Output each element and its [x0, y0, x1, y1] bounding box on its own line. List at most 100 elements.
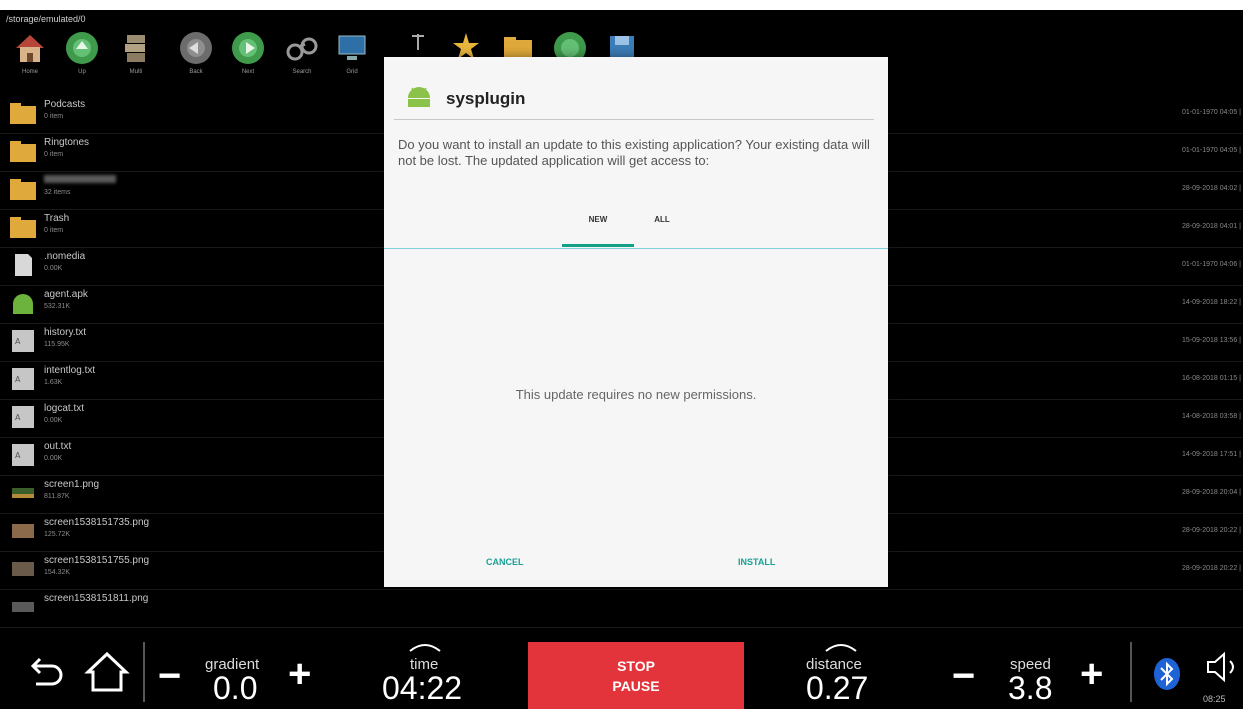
svg-text:A: A	[15, 337, 21, 346]
distance-value: 0.27	[806, 670, 869, 706]
image-file-icon	[12, 488, 34, 498]
chevron-up-icon[interactable]	[408, 642, 442, 652]
text-file-icon: A	[12, 368, 34, 390]
permission-tabs: NEW ALL	[384, 207, 888, 249]
text-file-icon: A	[12, 406, 34, 428]
file-date: 16-08-2018 01:15 |	[1181, 375, 1241, 382]
file-name: screen1538151755.png	[44, 555, 150, 566]
file-size: 532.31K	[44, 303, 71, 310]
android-icon	[408, 87, 430, 107]
next-label: Next	[241, 69, 255, 75]
svg-text:A: A	[15, 451, 21, 460]
back-button[interactable]: Back	[174, 28, 218, 84]
clock: 08:25	[1203, 694, 1226, 704]
file-date: 28-09-2018 20:04 |	[1181, 489, 1241, 496]
next-arrow-icon	[232, 32, 264, 64]
file-name: Trash	[44, 213, 70, 224]
file-name-redacted	[44, 175, 116, 186]
cancel-button[interactable]: CANCEL	[486, 557, 524, 567]
gradient-minus-button[interactable]: −	[158, 654, 181, 699]
file-name: .nomedia	[44, 251, 86, 262]
workout-control-bar: − gradient 0.0 + time 04:22 STOP PAUSE d…	[0, 632, 1243, 709]
install-dialog: sysplugin Do you want to install an upda…	[384, 57, 888, 587]
gradient-plus-button[interactable]: +	[288, 652, 311, 697]
file-size: 1.63K	[44, 379, 63, 386]
file-name: intentlog.txt	[44, 365, 96, 376]
divider	[143, 642, 145, 702]
device-screen: /storage/emulated/0 Home Up Multi Back N…	[0, 10, 1243, 709]
home-button[interactable]: Home	[8, 28, 52, 84]
up-label: Up	[78, 69, 86, 75]
up-button[interactable]: Up	[60, 28, 104, 84]
pause-label: PAUSE	[612, 678, 660, 694]
file-size: 0 item	[44, 151, 64, 158]
divider	[1130, 642, 1132, 702]
file-size: 154.32K	[44, 569, 71, 576]
folder-icon	[10, 103, 36, 124]
multi-button[interactable]: Multi	[114, 28, 158, 84]
home-icon[interactable]	[84, 650, 130, 694]
volume-icon[interactable]	[1205, 650, 1243, 684]
image-file-icon	[12, 562, 34, 576]
file-date: 28-09-2018 20:22 |	[1181, 527, 1241, 534]
file-date: 28-09-2018 20:22 |	[1181, 565, 1241, 572]
file-name: Podcasts	[44, 99, 86, 110]
file-name: screen1538151735.png	[44, 517, 150, 528]
text-file-icon: A	[12, 330, 34, 352]
chevron-up-icon[interactable]	[824, 642, 858, 652]
file-date: 14-08-2018 03:58 |	[1181, 413, 1241, 420]
back-icon[interactable]	[24, 652, 64, 692]
file-size: 0.00K	[44, 455, 63, 462]
multi-select-icon	[125, 35, 145, 62]
file-date: 28-09-2018 04:01 |	[1181, 223, 1241, 230]
search-button[interactable]: Search	[280, 28, 324, 84]
file-size: 0.00K	[44, 265, 63, 272]
file-date: 01-01-1970 04:05 |	[1181, 147, 1241, 154]
redacted-text	[44, 175, 116, 183]
file-date: 14-09-2018 17:51 |	[1181, 451, 1241, 458]
monitor-icon	[338, 35, 366, 60]
folder-icon	[10, 179, 36, 200]
back-label: Back	[189, 69, 203, 75]
search-label: Search	[292, 69, 312, 75]
svg-text:A: A	[15, 413, 21, 422]
text-file-icon: A	[12, 444, 34, 466]
home-label: Home	[21, 69, 38, 75]
stop-pause-button[interactable]: STOP PAUSE	[528, 642, 744, 709]
file-name: screen1538151811.png	[44, 593, 149, 604]
speed-plus-button[interactable]: +	[1080, 652, 1103, 697]
list-item[interactable]: screen1538151811.png	[0, 588, 1243, 628]
speed-minus-button[interactable]: −	[952, 654, 975, 699]
back-arrow-icon	[180, 32, 212, 64]
file-name: screen1.png	[44, 479, 100, 490]
file-date: 28-09-2018 04:02 |	[1181, 185, 1241, 192]
file-name: logcat.txt	[44, 403, 85, 414]
next-button[interactable]: Next	[226, 28, 270, 84]
stop-label: STOP	[617, 658, 655, 674]
file-size: 32 items	[44, 189, 71, 196]
file-size: 811.87K	[44, 493, 70, 500]
file-date: 01-01-1970 04:06 |	[1181, 261, 1241, 268]
install-button[interactable]: INSTALL	[738, 557, 775, 567]
grid-label: Grid	[346, 69, 358, 75]
tab-all[interactable]: ALL	[640, 215, 684, 247]
image-file-icon	[12, 524, 34, 538]
file-name: agent.apk	[44, 289, 88, 300]
dialog-header: sysplugin	[384, 57, 888, 119]
dialog-divider	[394, 119, 874, 120]
grid-button[interactable]: Grid	[330, 28, 374, 84]
file-size: 115.95K	[44, 341, 70, 348]
file-size: 125.72K	[44, 531, 71, 538]
bluetooth-icon[interactable]	[1152, 656, 1182, 692]
file-date: 15-09-2018 13:56 |	[1181, 337, 1241, 344]
folder-icon	[10, 217, 36, 238]
house-icon	[16, 35, 44, 62]
tab-new[interactable]: NEW	[562, 215, 634, 247]
file-date: 14-09-2018 18:22 |	[1181, 299, 1241, 306]
file-date: 01-01-1970 04:05 |	[1181, 109, 1241, 116]
dialog-message: Do you want to install an update to this…	[398, 137, 870, 168]
speed-value: 3.8	[1008, 670, 1053, 706]
app-name: sysplugin	[446, 89, 526, 108]
svg-text:A: A	[15, 375, 21, 384]
up-arrow-icon	[66, 32, 98, 64]
